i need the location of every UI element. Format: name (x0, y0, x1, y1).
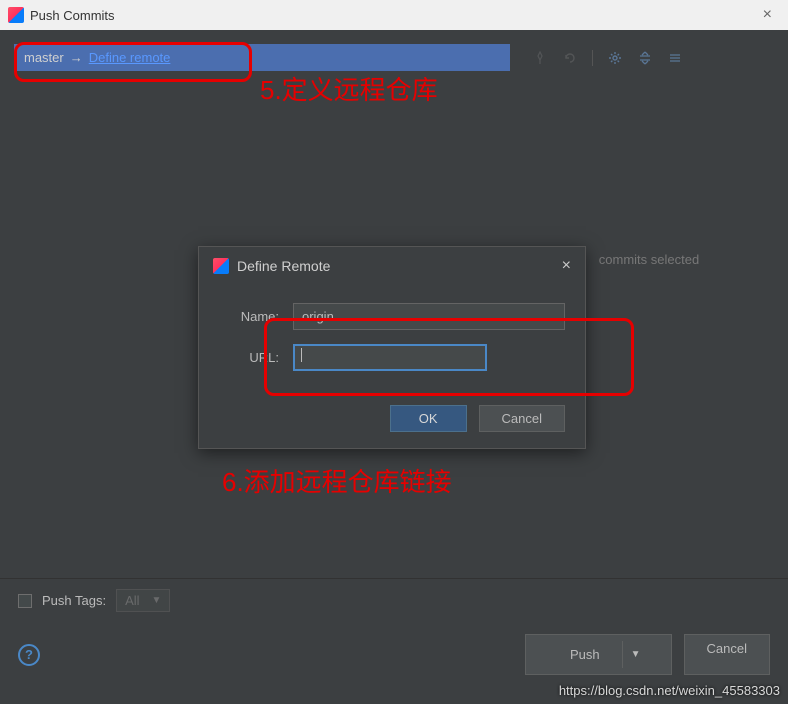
empty-state-text: commits selected (599, 252, 699, 267)
app-icon (8, 7, 24, 23)
gear-icon[interactable] (607, 50, 623, 66)
dialog-cancel-button[interactable]: Cancel (479, 405, 565, 432)
arrow-icon: → (70, 50, 83, 65)
ok-button[interactable]: OK (390, 405, 467, 432)
push-button[interactable]: Push ▼ (525, 634, 672, 675)
push-tags-label: Push Tags: (42, 593, 106, 608)
help-button[interactable]: ? (18, 644, 40, 666)
close-icon[interactable]: × (755, 6, 780, 24)
dialog-title-bar: Define Remote × (199, 247, 585, 285)
close-icon[interactable]: × (562, 257, 571, 275)
title-bar: Push Commits × (0, 0, 788, 30)
name-input[interactable] (293, 303, 565, 330)
push-tags-bar: Push Tags: All ▼ (0, 578, 788, 622)
toolbar-separator (592, 50, 593, 66)
expand-icon[interactable] (637, 50, 653, 66)
collapse-icon[interactable] (667, 50, 683, 66)
push-dropdown-icon[interactable]: ▼ (623, 641, 649, 668)
watermark: https://blog.csdn.net/weixin_45583303 (559, 683, 780, 698)
details-toolbar (524, 44, 774, 72)
push-tags-value: All (125, 593, 139, 608)
revert-icon[interactable] (562, 50, 578, 66)
chevron-down-icon: ▼ (152, 595, 162, 606)
push-tags-select[interactable]: All ▼ (116, 589, 170, 612)
cancel-button[interactable]: Cancel (684, 634, 770, 675)
app-icon (213, 258, 229, 274)
push-tags-checkbox[interactable] (18, 594, 32, 608)
local-branch-label: master (24, 50, 64, 65)
text-cursor (301, 348, 302, 362)
window-title: Push Commits (30, 8, 115, 23)
dialog-title: Define Remote (237, 258, 330, 274)
url-input[interactable] (293, 344, 487, 371)
branch-row[interactable]: master → Define remote (14, 44, 510, 71)
define-remote-dialog: Define Remote × Name: URL: OK Cancel (198, 246, 586, 449)
url-label: URL: (219, 350, 279, 365)
define-remote-link[interactable]: Define remote (89, 50, 171, 65)
pin-icon[interactable] (532, 50, 548, 66)
name-label: Name: (219, 309, 279, 324)
push-button-label: Push (548, 641, 623, 668)
